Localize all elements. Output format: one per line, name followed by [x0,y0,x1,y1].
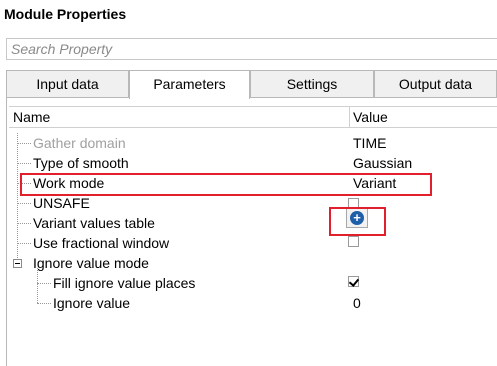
tab-output-data[interactable]: Output data [374,70,497,97]
plus-icon: + [350,211,364,225]
fill-ignore-value-places-checkbox[interactable] [348,276,359,287]
property-row-variant-values-table[interactable]: Variant values table [7,213,497,233]
property-name: Variant values table [33,215,155,231]
property-name: Type of smooth [33,155,129,171]
column-header-name[interactable]: Name [13,107,50,127]
search-input[interactable] [7,39,497,59]
property-name: UNSAFE [33,195,90,211]
property-row-fill-ignore-value-places[interactable]: Fill ignore value places [7,273,497,293]
tab-input-data[interactable]: Input data [6,70,129,97]
property-name: Ignore value mode [33,255,149,271]
property-row-ignore-value[interactable]: Ignore value 0 [7,293,497,313]
column-separator[interactable] [349,107,350,127]
collapse-icon[interactable] [13,259,22,268]
column-header-value[interactable]: Value [353,107,388,127]
property-row-gather-domain[interactable]: Gather domain TIME [7,133,497,153]
use-fractional-window-checkbox[interactable] [348,236,359,247]
property-row-type-of-smooth[interactable]: Type of smooth Gaussian [7,153,497,173]
tab-settings[interactable]: Settings [250,70,374,97]
add-variant-value-button[interactable]: + [346,208,368,228]
property-value: TIME [353,135,387,151]
property-name: Gather domain [33,135,126,151]
property-name: Fill ignore value places [53,275,196,291]
property-name: Use fractional window [33,235,170,251]
property-group-ignore-value-mode[interactable]: Ignore value mode [7,253,497,273]
property-row-use-fractional-window[interactable]: Use fractional window [7,233,497,253]
property-value[interactable]: Variant [353,173,396,193]
property-value[interactable]: Gaussian [353,153,412,173]
property-name: Work mode [33,175,105,191]
search-field[interactable] [6,38,497,60]
grid-header: Name Value [9,106,497,128]
property-name: Ignore value [53,295,131,311]
panel-title: Module Properties [4,6,127,22]
property-row-unsafe[interactable]: UNSAFE [7,193,497,213]
property-value[interactable]: 0 [353,293,361,313]
property-grid: Name Value Gather domain TIME Type of sm… [6,98,497,366]
property-row-work-mode[interactable]: Work mode Variant [7,173,497,193]
tab-bar: Input data Parameters Settings Output da… [6,70,497,99]
tab-parameters[interactable]: Parameters [129,70,250,99]
